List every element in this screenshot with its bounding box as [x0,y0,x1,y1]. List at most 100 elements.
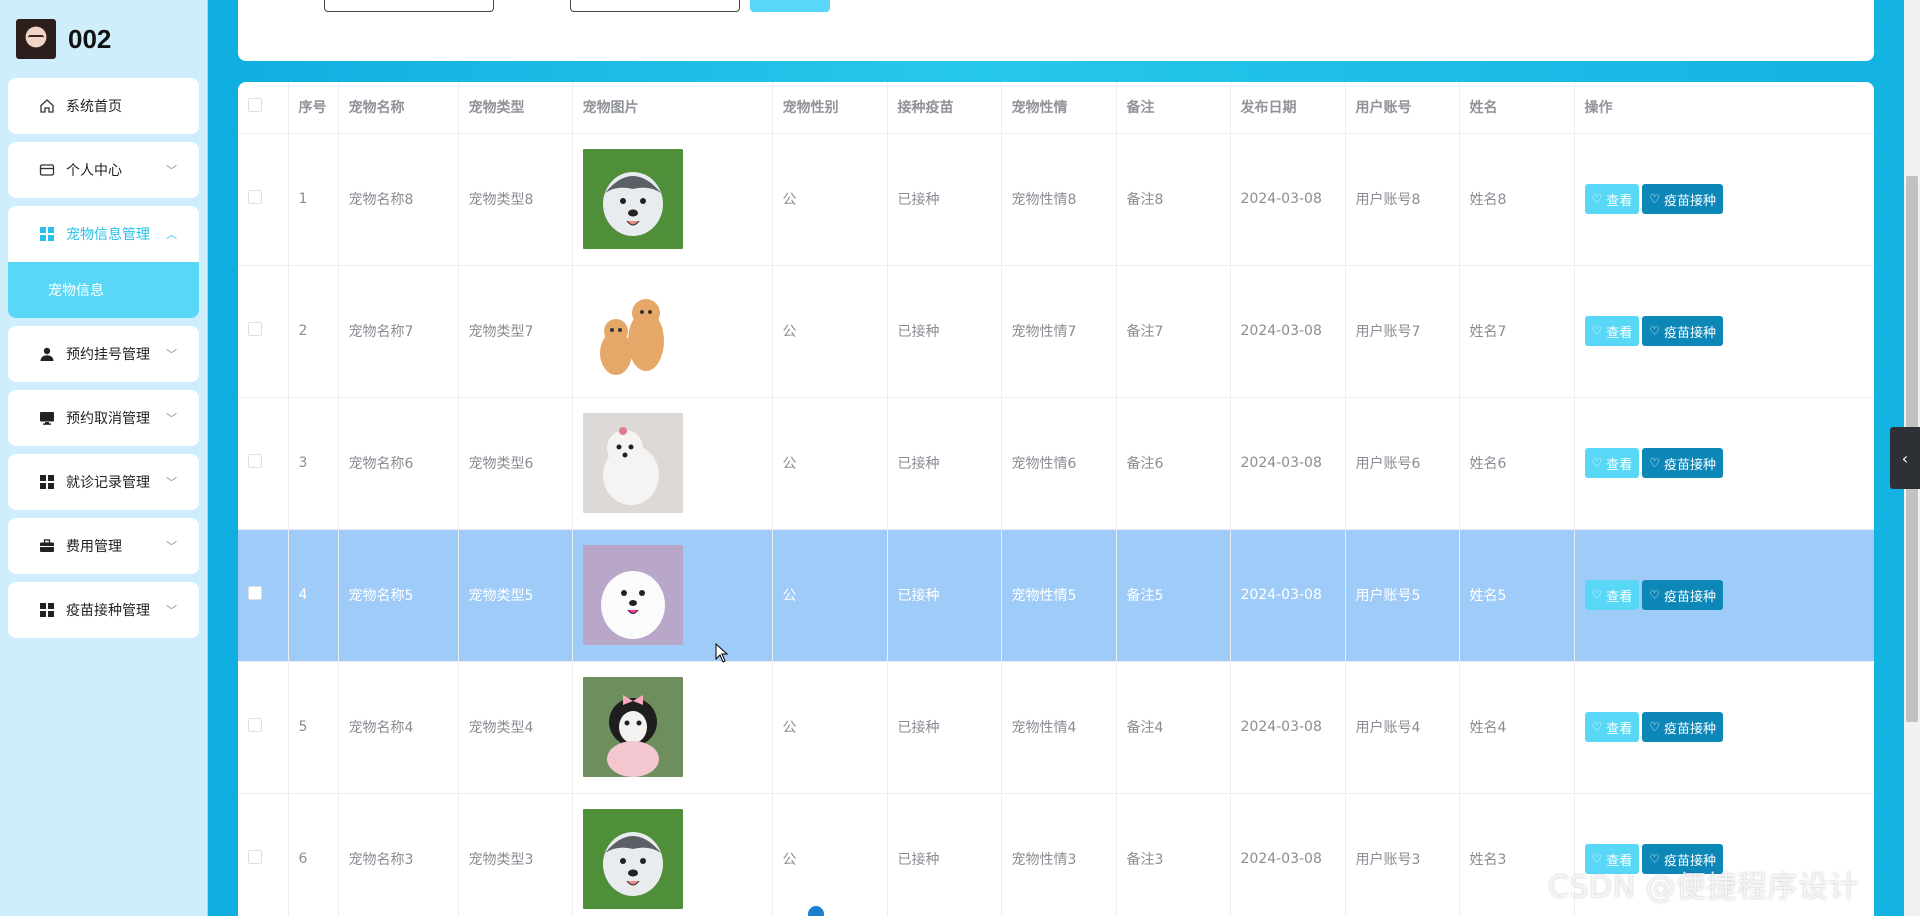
row-checkbox[interactable] [248,718,262,732]
vaccinate-button[interactable]: ♡ 疫苗接种 [1642,448,1724,478]
avatar[interactable] [16,19,56,59]
vaccinate-button[interactable]: ♡ 疫苗接种 [1642,184,1724,214]
grid-icon [38,473,56,491]
sidebar-item-visit-record-management[interactable]: 就诊记录管理 ﹀ [8,454,199,510]
row-checkbox[interactable] [248,454,262,468]
vaccinate-button-label: 疫苗接种 [1664,193,1717,209]
cell-index: 4 [288,529,339,662]
sidebar-item-appointment-management[interactable]: 预约挂号管理 ﹀ [8,326,199,382]
view-button[interactable]: ♡ 查看 [1584,580,1640,610]
cell-pet-type: 宠物类型6 [458,397,573,530]
cell-user-account: 用户账号6 [1345,397,1460,530]
cell-user-account: 用户账号3 [1345,793,1460,916]
vaccinate-button-label: 疫苗接种 [1664,457,1717,473]
cell-index: 3 [288,397,339,530]
cell-index: 1 [288,133,339,266]
cell-note: 备注3 [1116,793,1231,916]
cell-pet-name: 宠物名称8 [338,133,459,266]
cell-vaccine-status: 已接种 [887,133,1002,266]
pet-photo[interactable] [582,677,683,777]
cell-temperament: 宠物性情3 [1001,793,1117,916]
vaccinate-button[interactable]: ♡ 疫苗接种 [1642,316,1724,346]
sidebar-subitem-pet-info[interactable]: 宠物信息 [8,262,199,318]
column-header: 宠物名称 [338,82,459,134]
heart-icon: ♡ [1591,588,1603,602]
view-button[interactable]: ♡ 查看 [1584,712,1640,742]
cell-real-name: 姓名5 [1459,529,1575,662]
table-row[interactable]: 2 宠物名称7 宠物类型7 公 已接种 宠物性情7 备注7 2024-03-08… [238,265,1874,398]
pet-photo[interactable] [582,809,683,909]
column-header: 宠物性情 [1001,82,1117,134]
select-all-checkbox[interactable] [248,98,262,113]
grid-icon [38,601,56,619]
view-button-label: 查看 [1606,325,1633,341]
cell-user-account: 用户账号7 [1345,265,1460,398]
pet-photo[interactable] [582,413,683,513]
cell-pet-name: 宠物名称5 [338,529,459,662]
cell-temperament: 宠物性情5 [1001,529,1117,662]
row-checkbox[interactable] [248,586,262,600]
heart-icon: ♡ [1591,456,1603,470]
cell-publish-date: 2024-03-08 [1230,397,1346,530]
pet-photo[interactable] [582,281,683,381]
chevron-down-icon: ﹀ [166,412,177,425]
sidebar-item-label: 预约取消管理 [66,411,150,427]
cell-note: 备注6 [1116,397,1231,530]
pet-photo[interactable] [582,149,683,249]
table-row[interactable]: 1 宠物名称8 宠物类型8 公 已接种 宠物性情8 备注8 2024-03-08… [238,133,1874,266]
view-button[interactable]: ♡ 查看 [1584,184,1640,214]
collapse-panel-button[interactable]: ‹ [1890,427,1920,489]
vaccinate-button-label: 疫苗接种 [1664,721,1717,737]
table-row[interactable]: 5 宠物名称4 宠物类型4 公 已接种 宠物性情4 备注4 2024-03-08… [238,661,1874,794]
view-button[interactable]: ♡ 查看 [1584,316,1640,346]
cell-temperament: 宠物性情4 [1001,661,1117,794]
pet-photo[interactable] [582,545,683,645]
cell-user-account: 用户账号5 [1345,529,1460,662]
vaccinate-button[interactable]: ♡ 疫苗接种 [1642,580,1724,610]
slider-handle[interactable] [808,906,824,916]
user-icon [38,345,56,363]
sidebar-item-profile[interactable]: 个人中心 ﹀ [8,142,199,198]
sidebar-item-home[interactable]: 系统首页 [8,78,199,134]
row-checkbox[interactable] [248,190,262,204]
column-header: 宠物图片 [572,82,773,134]
select-all-header [238,82,289,134]
sidebar-item-vaccination-management[interactable]: 疫苗接种管理 ﹀ [8,582,199,638]
cell-real-name: 姓名8 [1459,133,1575,266]
search-input-pet-name[interactable] [324,0,494,12]
cell-pet-gender: 公 [772,529,888,662]
sidebar-item-cancellation-management[interactable]: 预约取消管理 ﹀ [8,390,199,446]
cell-real-name: 姓名6 [1459,397,1575,530]
column-header: 备注 [1116,82,1231,134]
cell-pet-name: 宠物名称3 [338,793,459,916]
row-checkbox-cell [238,529,289,662]
column-header: 操作 [1574,82,1874,134]
view-button-label: 查看 [1606,721,1633,737]
mouse-cursor-icon [715,643,729,663]
sidebar-item-label: 系统首页 [66,99,122,115]
heart-icon: ♡ [1649,720,1661,734]
cell-note: 备注8 [1116,133,1231,266]
sidebar-menu: 系统首页 个人中心 ﹀ 宠物信息管理 ︿ 宠物信息 预约挂号管理 ﹀ 预约取消管… [0,78,207,638]
cell-pet-name: 宠物名称7 [338,265,459,398]
sidebar-item-label: 预约挂号管理 [66,347,150,363]
vaccinate-button[interactable]: ♡ 疫苗接种 [1642,712,1724,742]
view-button[interactable]: ♡ 查看 [1584,448,1640,478]
sidebar-item-pet-info-management[interactable]: 宠物信息管理 ︿ [8,206,199,262]
cell-actions: ♡ 查看 ♡ 疫苗接种 [1574,133,1874,266]
row-checkbox-cell [238,793,289,916]
cell-real-name: 姓名4 [1459,661,1575,794]
table-row[interactable]: 4 宠物名称5 宠物类型5 公 已接种 宠物性情5 备注5 2024-03-08… [238,529,1874,662]
row-checkbox[interactable] [248,850,262,864]
table-row[interactable]: 3 宠物名称6 宠物类型6 公 已接种 宠物性情6 备注6 2024-03-08… [238,397,1874,530]
cell-pet-name: 宠物名称6 [338,397,459,530]
search-button[interactable] [750,0,830,12]
cell-pet-type: 宠物类型4 [458,661,573,794]
sidebar-item-fee-management[interactable]: 费用管理 ﹀ [8,518,199,574]
column-header: 用户账号 [1345,82,1460,134]
search-input-pet-type[interactable] [570,0,740,12]
cell-publish-date: 2024-03-08 [1230,133,1346,266]
cell-pet-type: 宠物类型5 [458,529,573,662]
row-checkbox[interactable] [248,322,262,336]
cell-vaccine-status: 已接种 [887,397,1002,530]
